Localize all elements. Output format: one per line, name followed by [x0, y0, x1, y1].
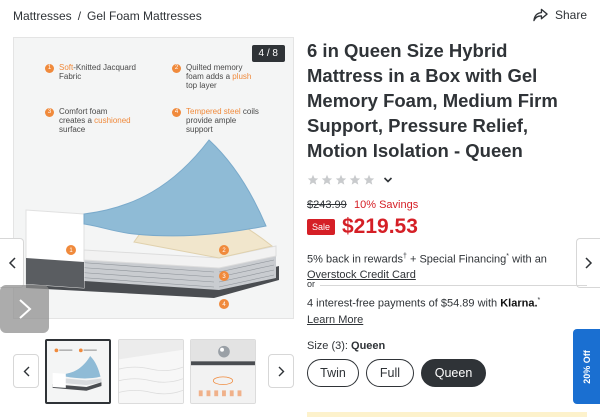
financing-text: + Special Financing	[406, 253, 507, 266]
size-option-full[interactable]: Full	[366, 359, 414, 387]
chevron-right-icon	[18, 299, 31, 319]
credit-card-link[interactable]: Overstock Credit Card	[307, 269, 416, 281]
breadcrumb-mattresses[interactable]: Mattresses	[13, 9, 72, 23]
thumbnail-image	[47, 341, 109, 402]
thumbnail-prev-button[interactable]	[13, 354, 39, 388]
star-empty-icon	[307, 174, 319, 185]
feature-highlight: Tempered steel	[186, 107, 241, 116]
thumbnail-2[interactable]	[118, 339, 184, 404]
chevron-right-icon	[278, 366, 284, 376]
size-option-queen[interactable]: Queen	[421, 359, 486, 387]
feature-callout-1: 1 Soft-Knitted Jacquard Fabric	[45, 63, 150, 81]
previous-image-button[interactable]	[0, 238, 24, 288]
rating-stars[interactable]	[307, 174, 393, 186]
klarna-text: 4 interest-free payments of $54.89 with	[307, 297, 501, 310]
star-empty-icon	[335, 174, 347, 185]
star-empty-icon	[363, 174, 375, 185]
next-image-overlay-button[interactable]	[0, 285, 49, 333]
chevron-down-icon[interactable]	[383, 175, 393, 185]
original-price: $243.99	[307, 199, 347, 211]
thumbnail-image	[191, 340, 255, 403]
sale-price: $219.53	[342, 215, 418, 238]
sale-badge: Sale	[307, 219, 336, 235]
share-label: Share	[554, 8, 587, 22]
size-option-twin[interactable]: Twin	[307, 359, 359, 387]
chevron-left-icon	[23, 366, 29, 376]
breadcrumb-separator: /	[77, 9, 82, 23]
promo-banner-edge	[307, 412, 587, 417]
thumbnail-1[interactable]	[45, 339, 111, 404]
feature-number: 3	[45, 108, 54, 117]
feature-highlight: cushioned	[94, 116, 131, 125]
promo-tab-20-off[interactable]: 20% Off	[573, 329, 600, 404]
rewards-text: 5% back in rewards	[307, 253, 403, 266]
feature-highlight: plush	[232, 72, 252, 81]
promo-tab-label: 20% Off	[581, 349, 592, 384]
feature-text: surface	[59, 125, 86, 134]
product-title: 6 in Queen Size Hybrid Mattress in a Box…	[307, 40, 558, 161]
chevron-left-icon	[8, 257, 16, 269]
thumbnail-3[interactable]	[190, 339, 256, 404]
feature-number: 4	[172, 108, 181, 117]
or-divider-line	[320, 285, 587, 286]
feature-callout-4: 4 Tempered steel coils provide ample sup…	[172, 107, 262, 134]
feature-number: 2	[172, 64, 181, 73]
thumbnail-next-button[interactable]	[268, 354, 294, 388]
breadcrumb: Mattresses / Gel Foam Mattresses	[13, 9, 202, 23]
feature-text: top layer	[186, 81, 217, 90]
or-divider-label: or	[307, 279, 316, 289]
klarna-mark: *	[537, 297, 541, 304]
feature-callout-2: 2 Quilted memory foam adds a plush top l…	[172, 63, 262, 90]
savings-text: 10% Savings	[354, 199, 419, 211]
breadcrumb-gel-foam-mattresses[interactable]: Gel Foam Mattresses	[87, 9, 202, 23]
star-empty-icon	[321, 174, 333, 185]
thumbnail-image	[119, 340, 183, 403]
klarna-logo: Klarna.	[500, 297, 538, 310]
image-counter: 4 / 8	[251, 45, 285, 62]
feature-number: 1	[45, 64, 54, 73]
share-icon	[533, 8, 548, 22]
financing-with-text: with an	[509, 253, 547, 266]
feature-highlight: Soft	[59, 63, 74, 72]
share-button[interactable]: Share	[533, 8, 587, 22]
klarna-payment-text: 4 interest-free payments of $54.89 with …	[307, 293, 587, 328]
feature-callout-3: 3 Comfort foam creates a cushioned surfa…	[45, 107, 135, 134]
product-main-image[interactable]: 4 / 8 1 Soft-Knitted Jacquard Fabric 2 Q…	[13, 37, 294, 319]
size-label-text: Size (3):	[307, 340, 348, 352]
size-selected-value: Queen	[351, 340, 386, 352]
learn-more-link[interactable]: Learn More	[307, 314, 363, 326]
mattress-illustration: 1 2 3 4	[25, 139, 279, 309]
size-label: Size (3): Queen	[307, 340, 385, 352]
star-empty-icon	[349, 174, 361, 185]
rewards-financing-text: 5% back in rewards† + Special Financing*…	[307, 249, 587, 283]
